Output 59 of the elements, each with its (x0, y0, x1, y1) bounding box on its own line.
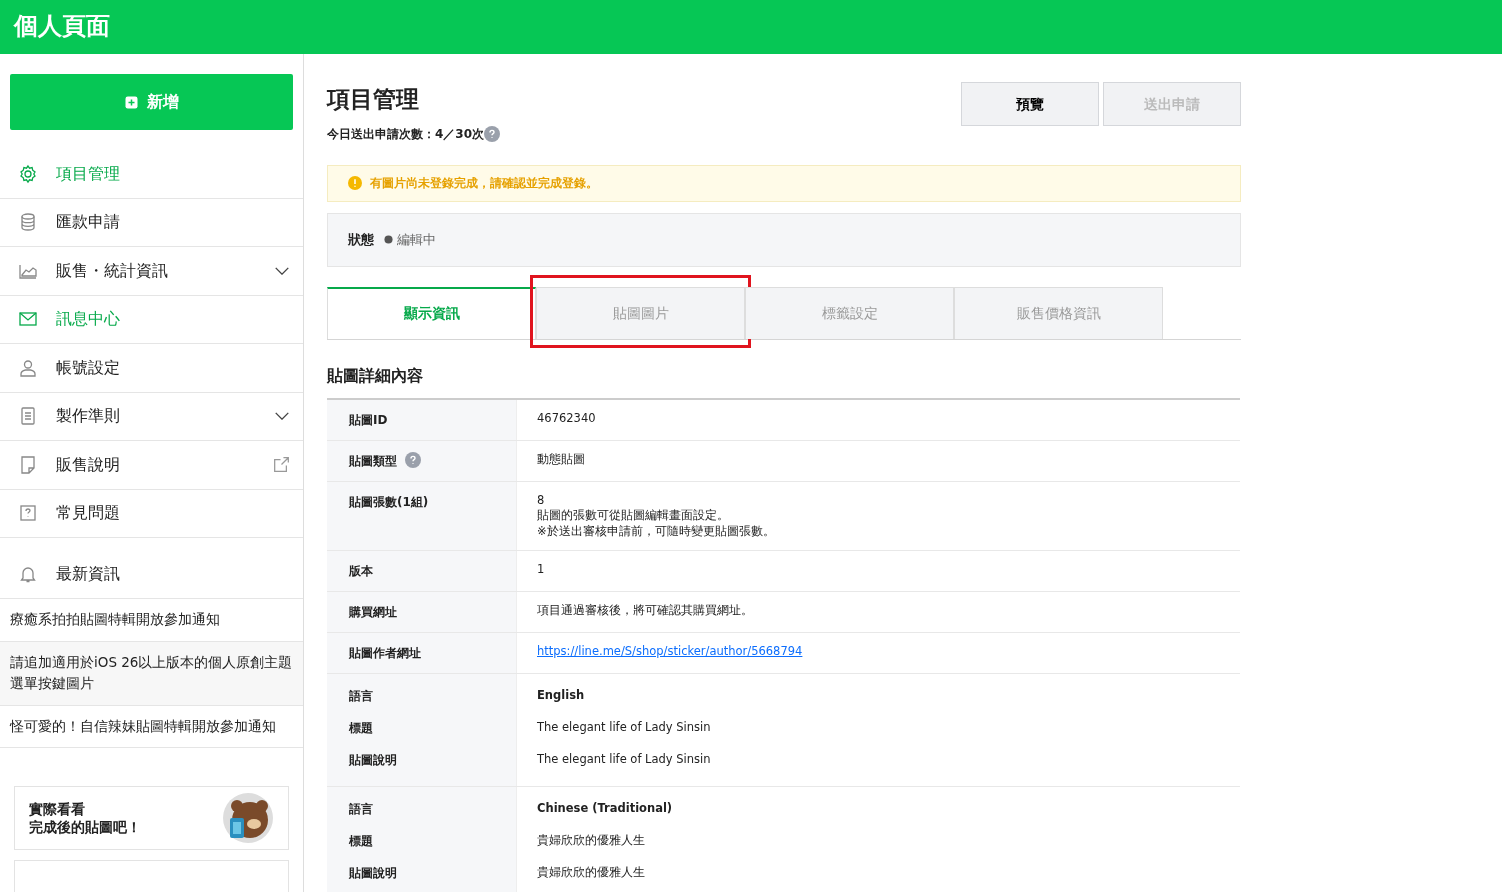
field-label: 貼圖說明 (348, 752, 398, 770)
chevron-down-icon (275, 412, 289, 421)
news-item[interactable]: 怪可愛的！自信辣妹貼圖特輯開放參加通知 (0, 705, 303, 749)
field-label: 語言 (348, 801, 374, 819)
page-heading: 項目管理 (327, 85, 420, 114)
person-icon (18, 357, 38, 378)
warning-icon (348, 176, 362, 191)
field-label: 貼圖ID (349, 411, 388, 429)
field-value: Chinese (Traditional) (536, 800, 674, 818)
help-icon (18, 503, 38, 524)
field-value: 46762340 (537, 410, 596, 427)
status-dot (384, 235, 393, 245)
note-icon (18, 454, 38, 475)
author-url-link[interactable]: https://line.me/S/shop/sticker/author/5668794 (537, 644, 803, 659)
field-label: 貼圖類型 (349, 452, 397, 470)
sidebar-item[interactable]: 帳號設定 (0, 344, 303, 393)
status-value: 編輯中 (397, 231, 436, 249)
field-value: English (536, 687, 586, 705)
field-value: The elegant life of Lady Sinsin (536, 719, 712, 737)
field-value: 貴婦欣欣的優雅人生 (536, 864, 646, 882)
field-label: 購買網址 (349, 604, 397, 622)
field-value: 項目通過審核後，將可確認其購買網址。 (537, 603, 753, 619)
warning-message: 有圖片尚未登錄完成，請確認並完成登錄。 (370, 174, 598, 192)
submission-count: 今日送出申請次數：4／30次 (327, 125, 485, 143)
status-label: 狀態 (348, 231, 374, 249)
sidebar-item[interactable]: 匯款申請 (0, 198, 303, 247)
promo-card[interactable]: 實際看看 完成後的貼圖吧！ (14, 786, 289, 851)
promo-text: 實際看看 完成後的貼圖吧！ (29, 800, 141, 837)
field-label: 版本 (349, 563, 373, 581)
field-value: 動態貼圖 (537, 451, 585, 468)
field-value: The elegant life of Lady Sinsin (536, 751, 712, 769)
news-item[interactable]: 請追加適用於iOS 26以上版本的個人原創主題選單按鍵圖片 (0, 641, 303, 706)
field-label: 標題 (348, 833, 374, 851)
section-heading: 貼圖詳細內容 (327, 364, 424, 387)
gear-icon (18, 163, 38, 184)
page-title: 個人頁面 (14, 12, 110, 40)
news-header: 最新資訊 (0, 538, 303, 599)
field-value: 8 貼圖的張數可從貼圖編輯畫面設定。 ※於送出審核申請前，可隨時變更貼圖張數。 (537, 492, 775, 540)
sidebar-item[interactable]: 販售說明 (0, 441, 303, 490)
field-value: 1 (537, 562, 545, 578)
plus-icon (124, 94, 139, 110)
bell-icon (18, 564, 38, 584)
field-label: 貼圖張數(1組) (349, 493, 429, 511)
field-label: 貼圖作者網址 (349, 645, 421, 663)
field-label: 貼圖說明 (348, 865, 398, 883)
preview-button[interactable]: 預覽 (961, 82, 1099, 126)
help-icon (484, 125, 501, 142)
field-label: 標題 (348, 720, 374, 738)
help-icon (405, 451, 421, 468)
sidebar-item[interactable]: 販售・統計資訊 (0, 247, 303, 296)
news-item[interactable]: 療癒系拍拍貼圖特輯開放參加通知 (0, 599, 303, 642)
chevron-down-icon (275, 266, 289, 275)
sidebar-item[interactable]: 常見問題 (0, 489, 303, 538)
field-label: 語言 (348, 688, 374, 706)
external-link-icon (274, 457, 289, 473)
field-value: 貴婦欣欣的優雅人生 (536, 832, 646, 850)
sidebar-item[interactable]: 製作準則 (0, 392, 303, 441)
document-icon (18, 406, 38, 427)
database-icon (18, 212, 38, 233)
